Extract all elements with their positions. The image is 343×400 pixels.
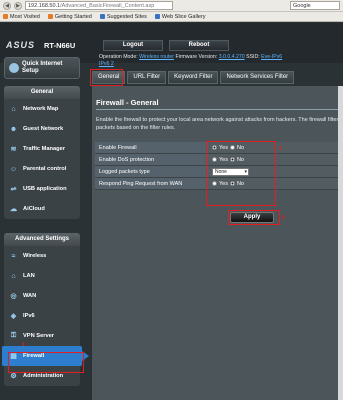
logout-button[interactable]: Logout	[103, 40, 163, 51]
quick-setup-label: Quick Internet Setup	[22, 61, 63, 74]
sidebar-item-label: Guest Network	[23, 126, 64, 132]
ssid-link[interactable]: Eve-IPv6	[261, 54, 282, 60]
guest-network-icon: ☻	[9, 125, 18, 133]
annotation-number: 4	[282, 215, 285, 221]
bookmarks-bar: Most Visited Getting Started Suggested S…	[0, 12, 343, 22]
ipv6-icon: ◈	[10, 313, 17, 320]
sidebar-item-guest-network[interactable]: ☻ Guest Network	[4, 119, 80, 139]
sidebar-item-lan[interactable]: ⌂ LAN	[4, 266, 80, 286]
sidebar-item-label: LAN	[23, 273, 35, 279]
bookmark-label: Suggested Sites	[106, 13, 147, 20]
quick-internet-setup-button[interactable]: Quick Internet Setup	[4, 57, 80, 79]
vpn-icon: ⚿	[10, 332, 17, 339]
bookmark-web-slice-gallery[interactable]: Web Slice Gallery	[154, 13, 206, 20]
firmware-link[interactable]: 3.0.0.4.270	[219, 54, 245, 60]
url-path: /Advanced_BasicFirewall_Content.asp	[60, 3, 155, 9]
bookmark-suggested-sites[interactable]: Suggested Sites	[99, 13, 147, 20]
sidebar-item-label: Network Map	[23, 106, 59, 112]
content-panel: Firewall - General Enable the firewall t…	[92, 86, 343, 400]
title-divider	[96, 109, 341, 110]
sidebar-item-label: IPv6	[23, 313, 35, 319]
op-mode-label: Operation Mode:	[99, 54, 138, 60]
annotation-number: 3	[279, 146, 282, 152]
sidebar-item-label: Wireless	[23, 253, 47, 259]
setting-label: Respond Ping Request from WAN	[95, 178, 208, 189]
annotation-number: 1	[22, 342, 25, 348]
annotation-box-firewall	[8, 352, 84, 373]
annotation-box-options	[206, 141, 276, 206]
sidebar-item-traffic-manager[interactable]: ≋ Traffic Manager	[4, 139, 80, 159]
advanced-settings-title: Advanced Settings	[4, 233, 80, 246]
bookmark-icon	[47, 14, 53, 19]
firmware-label: Firmware Version:	[175, 54, 218, 60]
bookmark-label: Web Slice Gallery	[161, 13, 206, 20]
tab-url-filter[interactable]: URL Filter	[127, 71, 167, 84]
setting-label: Logged packets type	[95, 166, 208, 177]
sidebar-item-usb-application[interactable]: ⇌ USB application	[4, 179, 80, 199]
quick-setup-icon	[9, 63, 19, 73]
lan-icon: ⌂	[11, 272, 16, 280]
setting-label: Enable DoS protection	[95, 154, 208, 165]
sidebar-item-label: WAN	[23, 293, 37, 299]
general-menu: General ⌂ Network Map ☻ Guest Network ≋ Tra…	[4, 86, 80, 219]
ssid2-link[interactable]: IPv6 2	[99, 61, 114, 67]
wireless-icon: ≈	[11, 252, 16, 260]
sidebar-item-label: VPN Server	[23, 333, 54, 339]
bookmark-label: Most Visited	[10, 13, 40, 20]
bookmark-icon	[154, 14, 160, 19]
status-line: Operation Mode: Wireless router Firmware…	[99, 54, 343, 68]
tab-network-services-filter[interactable]: Network Services Filter	[220, 71, 295, 84]
url-input[interactable]: 192.168.50.1/Advanced_BasicFirewall_Cont…	[25, 1, 173, 10]
sidebar-item-parental-control[interactable]: ☺ Parental control	[4, 159, 80, 179]
parental-control-icon: ☺	[9, 165, 18, 173]
forward-icon[interactable]: ▶	[14, 1, 22, 10]
scrollbar[interactable]	[338, 86, 343, 400]
setting-label: Enable Firewall	[95, 142, 208, 153]
sidebar-item-label: Parental control	[23, 166, 67, 172]
sidebar-item-aicloud[interactable]: ☁ AiCloud	[4, 199, 80, 219]
traffic-manager-icon: ≋	[10, 146, 17, 153]
bookmark-getting-started[interactable]: Getting Started	[47, 13, 92, 20]
back-icon[interactable]: ◀	[3, 1, 11, 10]
search-input[interactable]: Google	[290, 1, 340, 10]
sidebar-item-wan[interactable]: ◎ WAN	[4, 286, 80, 306]
annotation-box-general-tab	[90, 69, 123, 86]
sidebar-item-wireless[interactable]: ≈ Wireless	[4, 246, 80, 266]
tab-keyword-filter[interactable]: Keyword Filter	[168, 71, 219, 84]
reboot-button[interactable]: Reboot	[169, 40, 229, 51]
general-menu-title: General	[4, 86, 80, 99]
model-name: RT-N66U	[44, 41, 76, 50]
browser-address-bar: ◀ ▶ 192.168.50.1/Advanced_BasicFirewall_…	[0, 0, 343, 12]
usb-icon: ⇌	[10, 186, 17, 193]
bookmark-label: Getting Started	[54, 13, 92, 20]
sidebar-item-label: USB application	[23, 186, 67, 192]
annotation-box-apply	[228, 210, 280, 225]
cloud-icon: ☁	[10, 206, 17, 213]
wan-icon: ◎	[10, 293, 17, 300]
bookmark-most-visited[interactable]: Most Visited	[3, 14, 40, 20]
ssid-label: SSID:	[246, 54, 260, 60]
bookmark-icon	[99, 14, 105, 19]
op-mode-link[interactable]: Wireless router	[139, 54, 174, 60]
sidebar-item-ipv6[interactable]: ◈ IPv6	[4, 306, 80, 326]
page-description: Enable the firewall to protect your loca…	[96, 117, 342, 131]
sidebar-item-label: Traffic Manager	[23, 146, 66, 152]
sidebar-item-vpn-server[interactable]: ⚿ VPN Server	[4, 326, 80, 346]
sidebar-item-network-map[interactable]: ⌂ Network Map	[4, 99, 80, 119]
sidebar-item-label: Administration	[23, 373, 64, 379]
network-map-icon: ⌂	[11, 105, 16, 113]
page-title: Firewall - General	[96, 98, 159, 107]
url-host: 192.168.50.1	[28, 3, 61, 9]
asus-logo: ASUS	[6, 40, 36, 50]
bookmark-icon	[3, 14, 8, 19]
sidebar-item-label: AiCloud	[23, 206, 45, 212]
